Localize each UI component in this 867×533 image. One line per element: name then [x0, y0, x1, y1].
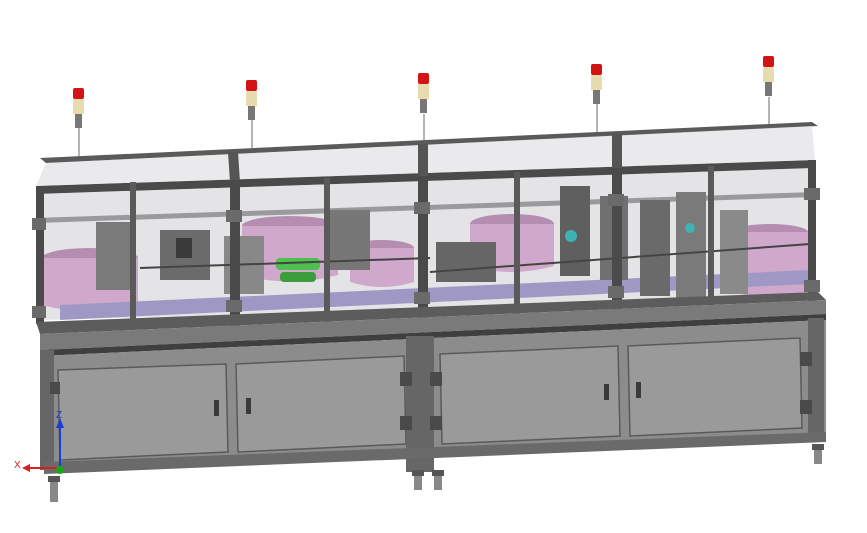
signal-tower: [418, 73, 429, 144]
z-axis-label: Z: [56, 410, 63, 421]
x-axis-label: X: [14, 460, 21, 471]
cad-viewport[interactable]: X Z: [0, 0, 867, 533]
machine-model[interactable]: [0, 0, 867, 533]
signal-tower: [591, 64, 602, 132]
signal-tower: [73, 88, 84, 158]
signal-tower: [246, 80, 257, 148]
signal-tower: [763, 56, 774, 125]
